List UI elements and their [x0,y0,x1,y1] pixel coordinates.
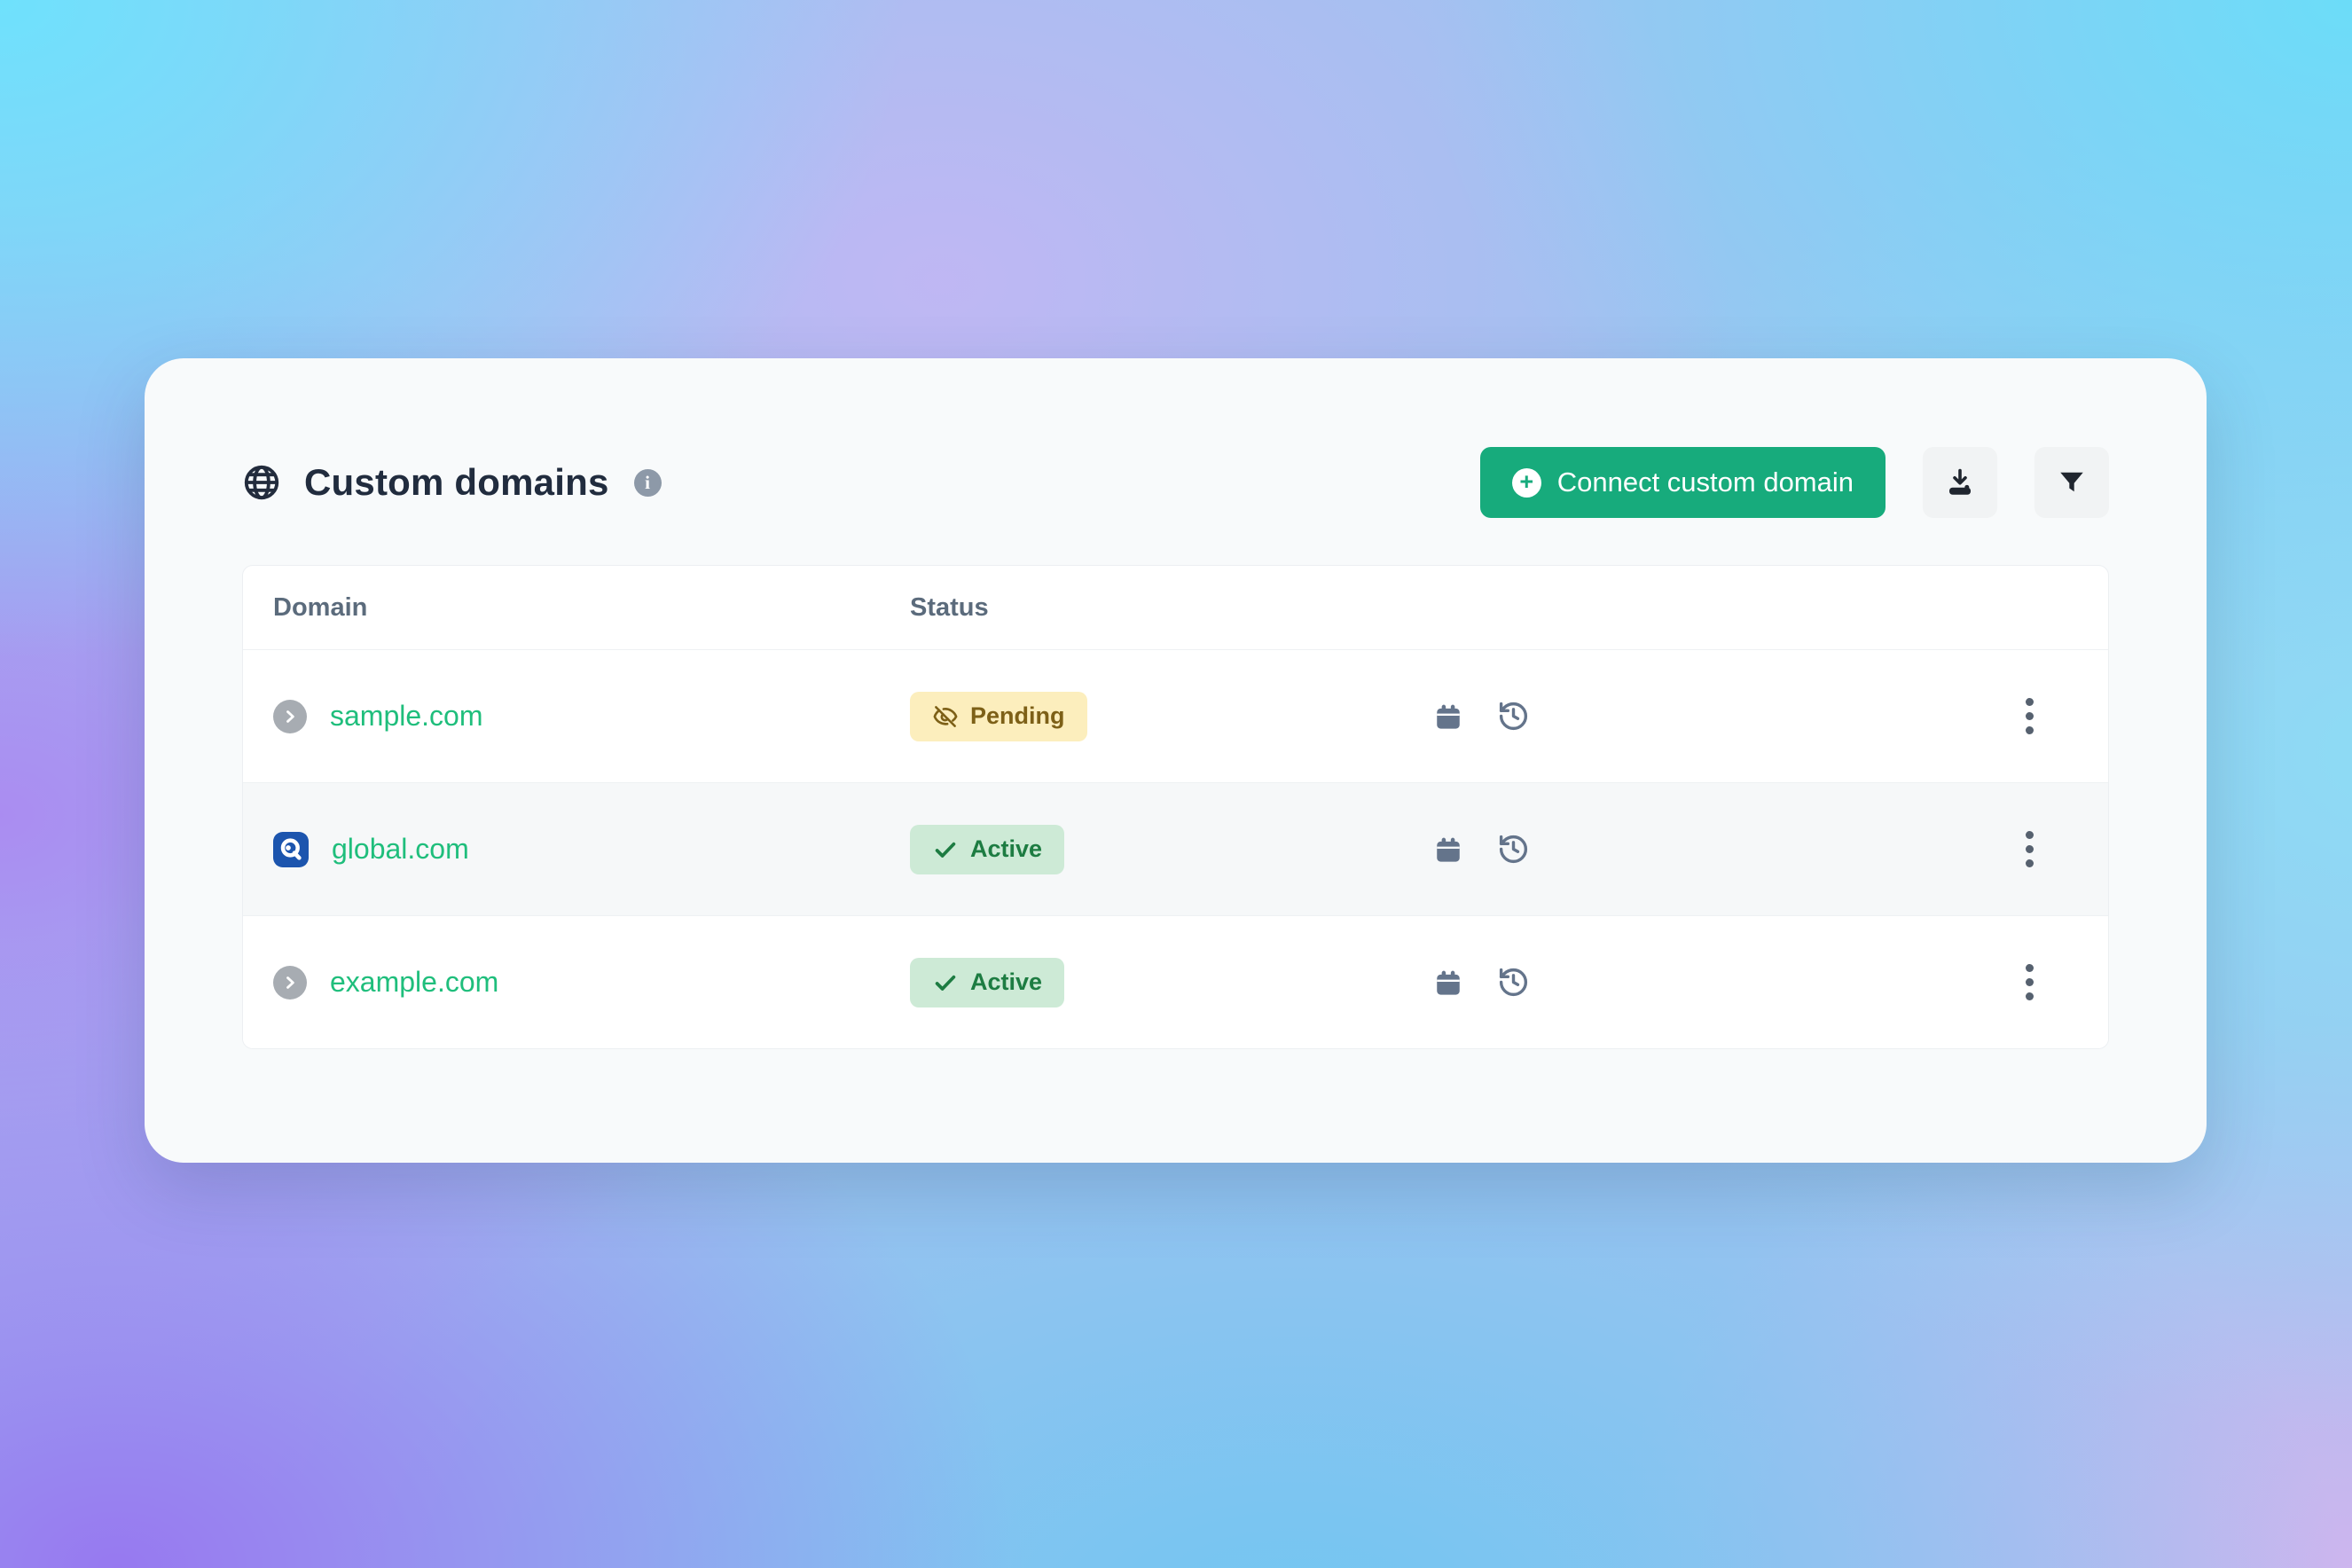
table-row: global.com Active [243,782,2108,915]
download-button[interactable] [1923,447,1997,518]
domain-link[interactable]: global.com [332,833,469,866]
kebab-menu-icon[interactable] [2013,689,2046,743]
column-header-status: Status [910,593,1433,623]
column-header-domain: Domain [273,593,910,623]
history-icon [1497,966,1530,999]
connect-button-label: Connect custom domain [1557,466,1854,498]
desktop-background: Custom domains i + Connect custom domain [0,0,2352,1568]
site-favicon [273,832,309,867]
calendar-button[interactable] [1433,702,1463,732]
history-icon [1497,833,1530,866]
domain-link[interactable]: example.com [330,966,498,999]
card-header: Custom domains i + Connect custom domain [242,447,2109,518]
chevron-circle-icon [273,966,307,1000]
status-label: Pending [970,702,1065,730]
calendar-button[interactable] [1433,968,1463,998]
status-badge: Active [910,825,1064,874]
status-badge: Pending [910,692,1087,741]
info-icon[interactable]: i [634,469,662,497]
calendar-button[interactable] [1433,835,1463,865]
check-icon [932,969,959,996]
calendar-icon [1433,968,1463,998]
row-actions [1433,700,1980,733]
history-icon [1497,700,1530,733]
check-icon [932,836,959,863]
filter-button[interactable] [2034,447,2109,518]
status-badge: Active [910,958,1064,1007]
table-row: sample.com Pending [243,649,2108,782]
eye-off-icon [932,703,959,730]
table-header-row: Domain Status [243,566,2108,649]
status-label: Active [970,968,1042,996]
row-actions [1433,833,1980,866]
kebab-menu-icon[interactable] [2013,822,2046,876]
plus-circle-icon: + [1512,468,1541,498]
table-row: example.com Active [243,915,2108,1048]
title-group: Custom domains i [242,461,662,504]
calendar-icon [1433,835,1463,865]
domain-link[interactable]: sample.com [330,700,483,733]
row-actions [1433,966,1980,999]
history-button[interactable] [1497,700,1530,733]
domain-cell: sample.com [273,700,910,733]
custom-domains-card: Custom domains i + Connect custom domain [145,358,2207,1163]
chevron-circle-icon [273,700,307,733]
domain-cell: example.com [273,966,910,1000]
history-button[interactable] [1497,833,1530,866]
history-button[interactable] [1497,966,1530,999]
download-icon [1944,466,1976,498]
kebab-menu-icon[interactable] [2013,955,2046,1009]
filter-icon [2056,466,2088,498]
status-label: Active [970,835,1042,863]
header-actions: + Connect custom domain [1480,447,2109,518]
connect-custom-domain-button[interactable]: + Connect custom domain [1480,447,1886,518]
domain-cell: global.com [273,832,910,867]
globe-icon [242,463,281,502]
calendar-icon [1433,702,1463,732]
page-title: Custom domains [304,461,609,504]
domains-table: Domain Status sample.com [242,565,2109,1049]
